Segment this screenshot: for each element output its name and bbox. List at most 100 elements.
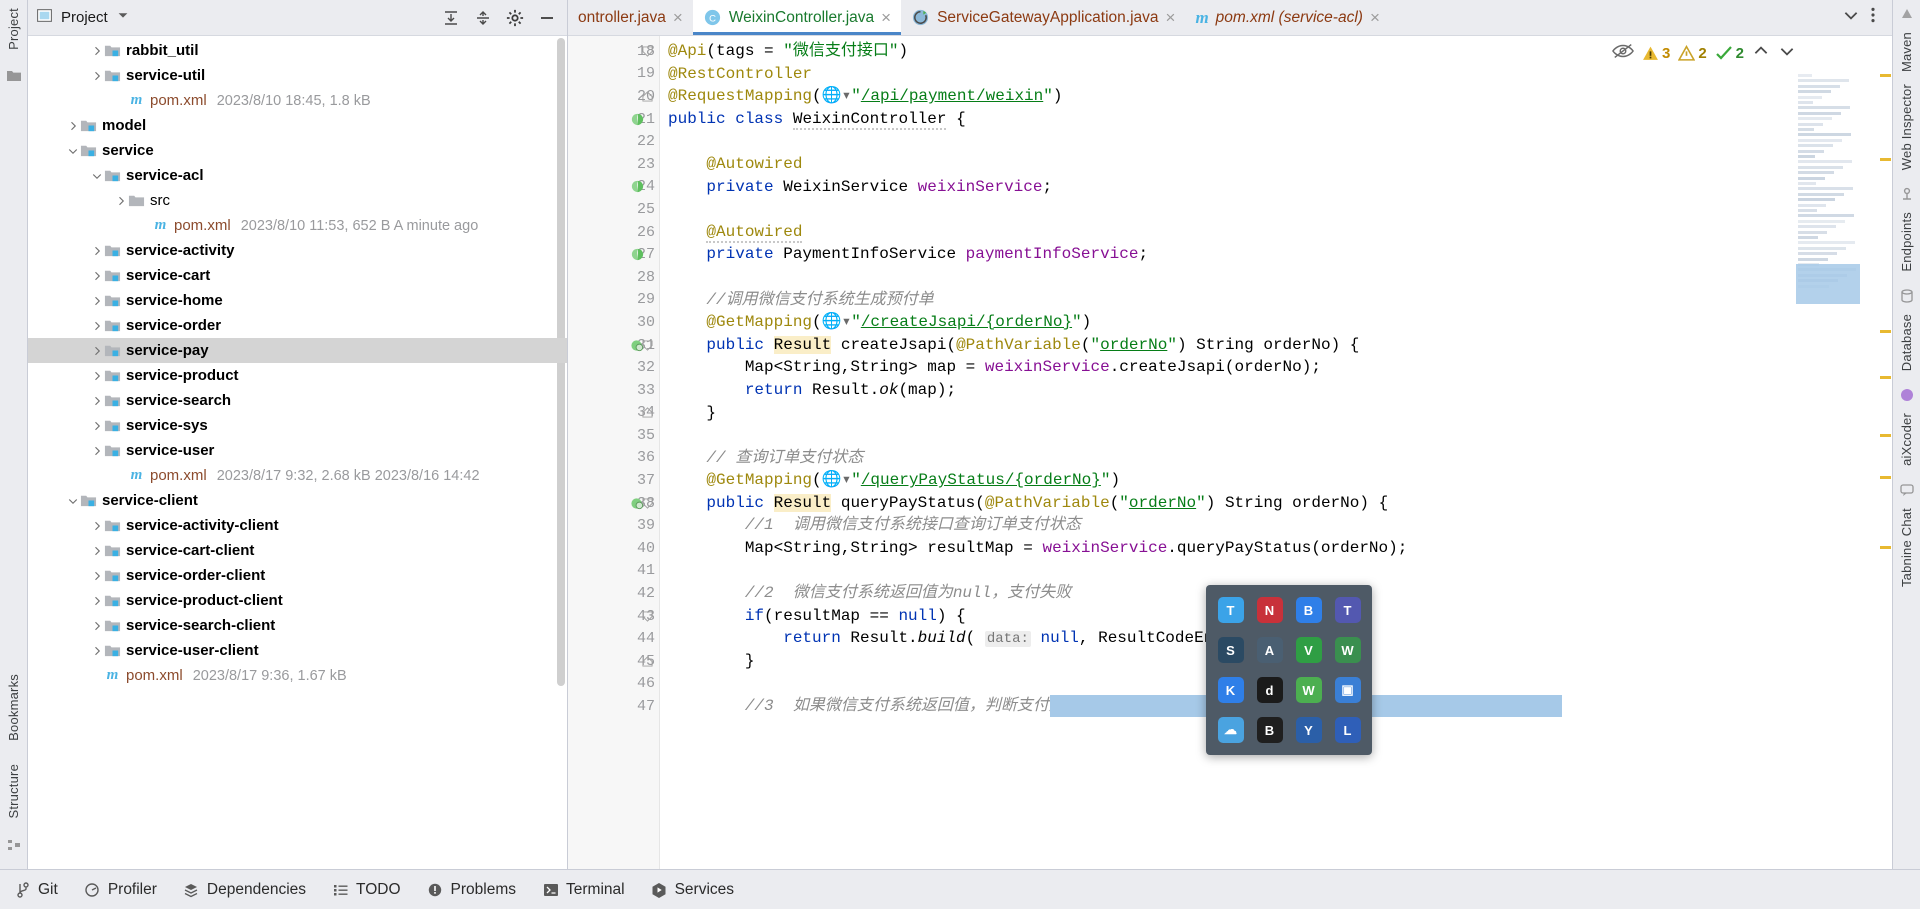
chevron-down-icon[interactable] — [66, 494, 80, 508]
chevron-down-icon[interactable] — [116, 8, 130, 27]
gutter-line[interactable]: 24 — [568, 176, 659, 199]
gutter-line[interactable]: 41 — [568, 560, 659, 583]
chevron-right-icon[interactable] — [90, 569, 104, 583]
status-item-dependencies[interactable]: Dependencies — [183, 881, 306, 899]
netease-icon[interactable]: N — [1256, 597, 1283, 623]
fold-marker-icon[interactable] — [641, 87, 653, 105]
code-line[interactable]: @Autowired — [660, 153, 1878, 176]
tree-row[interactable]: service-client — [28, 488, 567, 513]
wechat-icon[interactable]: W — [1295, 677, 1322, 703]
error-stripe-mark[interactable] — [1880, 158, 1891, 161]
code-line[interactable]: private PaymentInfoService paymentInfoSe… — [660, 243, 1878, 266]
gutter-line[interactable]: 46 — [568, 673, 659, 696]
error-stripe-mark[interactable] — [1880, 376, 1891, 379]
tool-tab-aixcoder[interactable]: aiXcoder — [1899, 403, 1914, 468]
cloud-icon[interactable]: ☁ — [1217, 717, 1244, 743]
error-stripe-mark[interactable] — [1880, 476, 1891, 479]
weak-warnings-indicator[interactable]: 2 — [1678, 44, 1707, 62]
tree-row[interactable]: m pom.xml 2023/8/10 18:45, 1.8 kB — [28, 88, 567, 113]
code-line[interactable]: @GetMapping(🌐▾"/queryPayStatus/{orderNo}… — [660, 469, 1878, 492]
tim-icon[interactable]: T — [1217, 597, 1244, 623]
gutter-line[interactable]: 37 — [568, 469, 659, 492]
tool-tab-maven[interactable]: Maven — [1899, 22, 1914, 74]
fold-marker-icon[interactable] — [641, 652, 653, 670]
status-item-services[interactable]: Services — [651, 881, 734, 899]
minimap-viewport[interactable] — [1796, 264, 1860, 304]
code-line[interactable]: public Result createJsapi(@PathVariable(… — [660, 334, 1878, 357]
tree-row[interactable]: service-search-client — [28, 613, 567, 638]
tree-row[interactable]: service-home — [28, 288, 567, 313]
gutter-line[interactable]: 42 — [568, 582, 659, 605]
gutter-line[interactable]: 36 — [568, 447, 659, 470]
gutter-line[interactable]: 40 — [568, 537, 659, 560]
bean-icon[interactable] — [628, 246, 646, 264]
tree-row[interactable]: service-sys — [28, 413, 567, 438]
gutter-line[interactable]: 45 — [568, 650, 659, 673]
gutter-line[interactable]: 21 — [568, 108, 659, 131]
close-icon[interactable]: × — [1370, 9, 1380, 26]
code-line[interactable]: return Result.ok(map); — [660, 379, 1878, 402]
code-line[interactable]: @Autowired — [660, 221, 1878, 244]
settings-gear-icon[interactable] — [503, 6, 527, 30]
error-stripe-mark[interactable] — [1880, 74, 1891, 77]
close-icon[interactable]: × — [673, 9, 683, 26]
window-icon[interactable]: ▣ — [1334, 677, 1361, 703]
ok-indicator[interactable]: 2 — [1715, 44, 1744, 62]
expand-all-icon[interactable] — [439, 6, 463, 30]
status-item-terminal[interactable]: Terminal — [542, 881, 625, 899]
gutter-line[interactable]: 20 — [568, 85, 659, 108]
web-request-mapping-icon[interactable]: 🌐▾ — [822, 471, 852, 489]
error-stripe-mark[interactable] — [1880, 546, 1891, 549]
code-line[interactable]: private WeixinService weixinService; — [660, 176, 1878, 199]
tree-row[interactable]: service-user-client — [28, 638, 567, 663]
code-line[interactable]: } — [660, 402, 1878, 425]
code-line[interactable] — [660, 560, 1878, 583]
wechat-work-icon[interactable]: W — [1334, 637, 1361, 663]
error-stripe-markers[interactable] — [1878, 36, 1892, 869]
error-stripe-mark[interactable] — [1880, 434, 1891, 437]
more-vertical-icon[interactable] — [1864, 6, 1882, 29]
code-line[interactable]: public class WeixinController { — [660, 108, 1878, 131]
close-icon[interactable]: × — [1166, 9, 1176, 26]
editor-gutter[interactable]: 18 19 20 21 22 23 24 25 26 27 28 29 30 31 32 33 34 35 36 37… — [568, 36, 660, 869]
tree-row[interactable]: m pom.xml 2023/8/17 9:36, 1.67 kB — [28, 663, 567, 688]
hide-icon[interactable] — [535, 6, 559, 30]
code-line[interactable]: @RestController — [660, 63, 1878, 86]
chevron-right-icon[interactable] — [90, 369, 104, 383]
tool-tab-project[interactable]: Project — [6, 0, 21, 58]
bean-icon[interactable] — [628, 178, 646, 196]
fold-marker-icon[interactable] — [641, 607, 653, 625]
code-line[interactable]: // 查询订单支付状态 — [660, 447, 1878, 470]
tree-row[interactable]: service-user — [28, 438, 567, 463]
tree-row[interactable]: src — [28, 188, 567, 213]
fold-marker-icon[interactable] — [641, 336, 653, 354]
tree-row[interactable]: m pom.xml 2023/8/17 9:32, 2.68 kB 2023/8/1… — [28, 463, 567, 488]
kingsoft-icon[interactable]: K — [1217, 677, 1244, 703]
bluetooth-icon[interactable]: B — [1295, 597, 1322, 623]
tree-row[interactable]: rabbit_util — [28, 38, 567, 63]
editor-minimap[interactable] — [1796, 74, 1860, 304]
gutter-line[interactable]: 30 — [568, 311, 659, 334]
tool-tab-endpoints[interactable]: Endpoints — [1899, 202, 1914, 274]
chevron-right-icon[interactable] — [90, 519, 104, 533]
gutter-line[interactable]: 35 — [568, 424, 659, 447]
gutter-line[interactable]: 28 — [568, 266, 659, 289]
close-icon[interactable]: × — [881, 9, 891, 26]
gutter-line[interactable]: 44 — [568, 627, 659, 650]
tree-row[interactable]: service-cart — [28, 263, 567, 288]
project-tree[interactable]: rabbit_util service-util m pom.xml 2023/8/10… — [28, 36, 567, 869]
code-line[interactable] — [660, 424, 1878, 447]
teams-icon[interactable]: T — [1334, 597, 1361, 623]
code-line[interactable]: Map<String,String> resultMap = weixinSer… — [660, 537, 1878, 560]
tree-row[interactable]: service-activity — [28, 238, 567, 263]
chevron-down-icon[interactable] — [90, 169, 104, 183]
status-item-todo[interactable]: TODO — [332, 881, 401, 899]
tool-tab-structure[interactable]: Structure — [6, 756, 21, 827]
tree-row[interactable]: service-pay — [28, 338, 567, 363]
chevron-right-icon[interactable] — [114, 194, 128, 208]
web-request-mapping-icon[interactable]: 🌐▾ — [822, 313, 852, 331]
code-line[interactable]: @RequestMapping(🌐▾"/api/payment/weixin") — [660, 85, 1878, 108]
code-line[interactable]: public Result queryPayStatus(@PathVariab… — [660, 492, 1878, 515]
gutter-line[interactable]: 31 — [568, 334, 659, 357]
status-item-problems[interactable]: Problems — [427, 881, 516, 899]
